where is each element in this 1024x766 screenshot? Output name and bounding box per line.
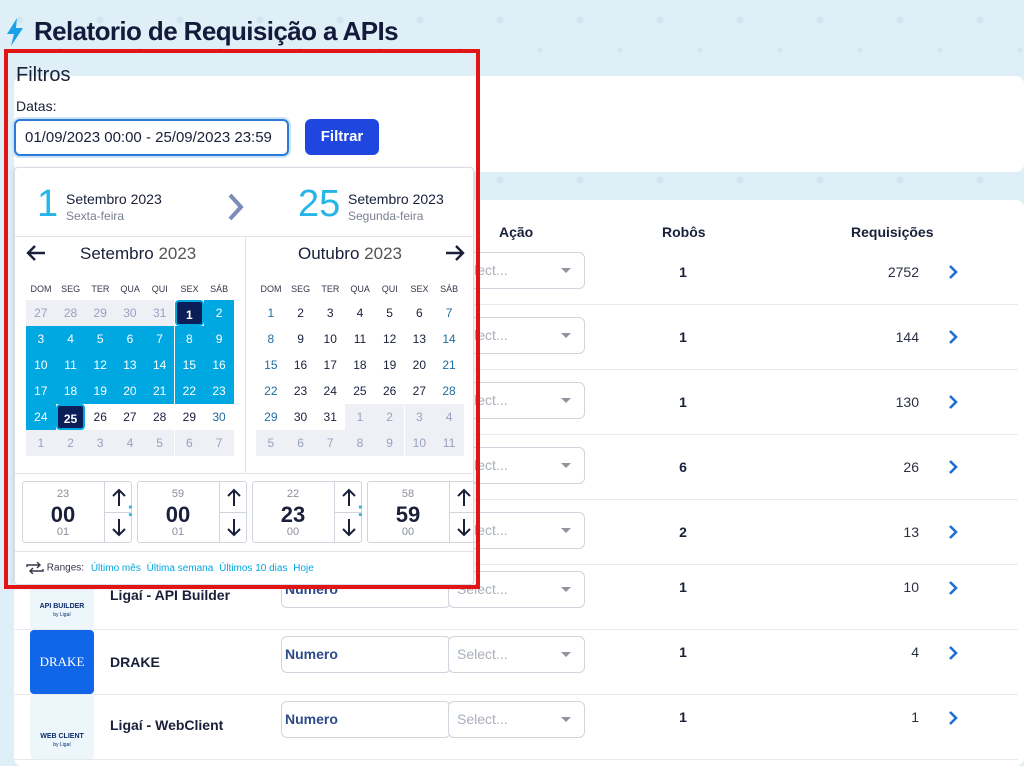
chevron-right-icon[interactable] <box>946 710 960 726</box>
lightning-icon <box>7 18 23 46</box>
column-header-requisicoes: Requisições <box>851 224 934 240</box>
robos-value: 2 <box>679 524 687 540</box>
requisicoes-value: 130 <box>895 394 919 410</box>
page-title: Relatorio de Requisição a APIs <box>34 16 399 46</box>
action-select[interactable]: Select... <box>448 636 585 673</box>
caret-down-icon <box>561 587 571 592</box>
bot-logo: WEB CLIENT by Ligaí <box>30 695 94 759</box>
bot-logo-subtext: by Ligaí <box>53 742 71 748</box>
column-header-robos: Robôs <box>662 224 706 240</box>
chevron-right-icon[interactable] <box>946 459 960 475</box>
select-placeholder: Select... <box>457 711 508 727</box>
number-input[interactable]: Numero <box>281 636 451 673</box>
robos-value: 1 <box>679 264 687 280</box>
column-header-acao: Ação <box>499 224 534 240</box>
requisicoes-value: 26 <box>903 459 919 475</box>
bot-logo: DRAKE <box>30 630 94 694</box>
table-row: DRAKE DRAKE Numero Select... 1 4 <box>14 630 1018 695</box>
chevron-right-icon[interactable] <box>946 524 960 540</box>
action-select[interactable]: Select... <box>448 701 585 738</box>
robos-value: 1 <box>679 709 687 725</box>
requisicoes-value: 4 <box>911 644 919 660</box>
robos-value: 6 <box>679 459 687 475</box>
chevron-right-icon[interactable] <box>946 645 960 661</box>
highlight-frame <box>4 49 480 589</box>
select-placeholder: Select... <box>457 646 508 662</box>
robos-value: 1 <box>679 644 687 660</box>
caret-down-icon <box>561 463 571 468</box>
caret-down-icon <box>561 398 571 403</box>
robos-value: 1 <box>679 579 687 595</box>
requisicoes-value: 1 <box>911 709 919 725</box>
requisicoes-value: 10 <box>903 579 919 595</box>
chevron-right-icon[interactable] <box>946 394 960 410</box>
chevron-right-icon[interactable] <box>946 329 960 345</box>
caret-down-icon <box>561 333 571 338</box>
bot-logo-text: DRAKE <box>39 654 85 669</box>
bot-name: DRAKE <box>110 654 160 670</box>
bot-name: Ligaí - WebClient <box>110 717 224 733</box>
table-row: WEB CLIENT by Ligaí Ligaí - WebClient Num… <box>14 695 1018 760</box>
robos-value: 1 <box>679 394 687 410</box>
caret-down-icon <box>561 268 571 273</box>
caret-down-icon <box>561 528 571 533</box>
chevron-right-icon[interactable] <box>946 580 960 596</box>
chevron-right-icon[interactable] <box>946 264 960 280</box>
caret-down-icon <box>561 652 571 657</box>
bot-logo-text: API BUILDER <box>39 603 85 610</box>
requisicoes-value: 2752 <box>887 264 919 280</box>
bot-name: Ligaí - API Builder <box>110 587 231 603</box>
number-input[interactable]: Numero <box>281 701 451 738</box>
robos-value: 1 <box>679 329 687 345</box>
bot-logo-text: WEB CLIENT <box>40 733 84 740</box>
requisicoes-value: 13 <box>903 524 919 540</box>
caret-down-icon <box>561 717 571 722</box>
requisicoes-value: 144 <box>895 329 919 345</box>
bot-logo-subtext: by Ligaí <box>53 612 71 618</box>
